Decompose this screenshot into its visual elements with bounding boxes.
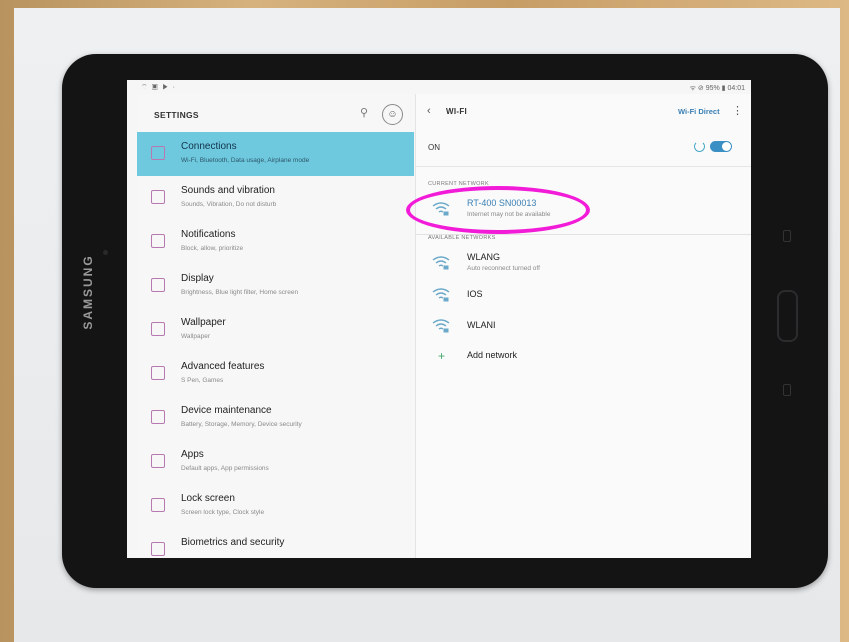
wifi-direct-button[interactable]: Wi-Fi Direct <box>678 107 720 116</box>
wifi-locked-icon <box>432 319 450 333</box>
wifi-toggle[interactable] <box>710 141 732 152</box>
sidebar-item-advanced-features[interactable]: Advanced features S Pen, Games <box>137 352 414 396</box>
settings-menu: Connections Wi-Fi, Bluetooth, Data usage,… <box>137 132 414 558</box>
home-button[interactable] <box>777 290 798 342</box>
advanced-features-icon <box>151 366 165 380</box>
sidebar-item-label: Advanced features <box>181 361 265 372</box>
network-name: WLANG <box>467 252 501 262</box>
back-arrow-icon[interactable]: ‹ <box>427 105 431 117</box>
network-row-wlang[interactable]: WLANG Auto reconnect turned off <box>416 247 751 277</box>
sidebar-item-subtitle: Sounds, Vibration, Do not disturb <box>181 201 277 208</box>
wifi-title: WI-FI <box>446 107 468 116</box>
sidebar-item-label: Device maintenance <box>181 405 272 416</box>
sidebar-item-lock-screen[interactable]: Lock screen Screen lock type, Clock style <box>137 484 414 528</box>
front-camera <box>103 250 108 255</box>
wifi-locked-icon <box>432 288 450 302</box>
available-networks-label: AVAILABLE NETWORKS <box>428 235 496 241</box>
sound-icon <box>151 190 165 204</box>
sidebar-item-connections[interactable]: Connections Wi-Fi, Bluetooth, Data usage,… <box>137 132 414 176</box>
status-icons-right: ᯤ ⊘ 95% ▮ 04:01 <box>689 85 745 92</box>
network-row-wlani[interactable]: WLANI <box>416 310 751 340</box>
sidebar-item-display[interactable]: Display Brightness, Blue light filter, Ho… <box>137 264 414 308</box>
sidebar-item-label: Display <box>181 273 214 284</box>
wallpaper-icon <box>151 322 165 336</box>
search-icon[interactable]: ⚲ <box>360 106 374 120</box>
wifi-locked-icon <box>432 256 450 270</box>
status-icons-left: ⌔ ▣ ▶ · <box>141 84 176 91</box>
network-name: IOS <box>467 289 483 299</box>
wifi-toggle-row[interactable]: ON <box>416 130 751 167</box>
sidebar-item-sounds-and-vibration[interactable]: Sounds and vibration Sounds, Vibration, D… <box>137 176 414 220</box>
tablet-screen: ⌔ ▣ ▶ · ᯤ ⊘ 95% ▮ 04:01 SETTINGS ⚲ ☺ Con… <box>127 80 751 558</box>
wifi-header: ‹ WI-FI Wi-Fi Direct ⋮ <box>416 94 751 130</box>
display-icon <box>151 278 165 292</box>
wifi-pane: ‹ WI-FI Wi-Fi Direct ⋮ ON CURRENT NETWOR… <box>415 94 751 558</box>
sidebar-item-label: Notifications <box>181 229 236 240</box>
network-status: Auto reconnect turned off <box>467 265 540 272</box>
sidebar-item-label: Sounds and vibration <box>181 185 275 196</box>
sidebar-item-wallpaper[interactable]: Wallpaper Wallpaper <box>137 308 414 352</box>
sidebar-item-subtitle: Wi-Fi, Bluetooth, Data usage, Airplane m… <box>181 157 310 164</box>
page-title: SETTINGS <box>154 110 199 120</box>
sidebar-item-notifications[interactable]: Notifications Block, allow, prioritize <box>137 220 414 264</box>
sidebar-item-device-maintenance[interactable]: Device maintenance Battery, Storage, Memo… <box>137 396 414 440</box>
sidebar-item-label: Biometrics and security <box>181 537 285 548</box>
plus-icon: + <box>438 349 446 363</box>
add-network-label: Add network <box>467 350 518 360</box>
biometrics-icon <box>151 542 165 556</box>
connections-icon <box>151 146 165 160</box>
settings-header: SETTINGS ⚲ ☺ <box>137 94 414 132</box>
lock-screen-icon <box>151 498 165 512</box>
more-options-icon[interactable]: ⋮ <box>732 104 743 117</box>
network-name: WLANI <box>467 320 496 330</box>
notifications-icon <box>151 234 165 248</box>
network-row-ios[interactable]: IOS <box>416 279 751 309</box>
sidebar-item-biometrics-and-security[interactable]: Biometrics and security <box>137 528 414 558</box>
toggle-knob <box>722 142 731 151</box>
sidebar-item-label: Wallpaper <box>181 317 226 328</box>
settings-pane: SETTINGS ⚲ ☺ Connections Wi-Fi, Bluetooth… <box>137 94 414 558</box>
sidebar-item-subtitle: Screen lock type, Clock style <box>181 509 265 516</box>
sidebar-item-subtitle: Block, allow, prioritize <box>181 245 244 252</box>
wifi-on-label: ON <box>428 143 440 152</box>
sidebar-item-subtitle: Battery, Storage, Memory, Device securit… <box>181 421 302 428</box>
sidebar-item-subtitle: S Pen, Games <box>181 377 224 384</box>
apps-icon <box>151 454 165 468</box>
device-maintenance-icon <box>151 410 165 424</box>
account-icon[interactable]: ☺ <box>382 104 403 125</box>
sidebar-item-label: Apps <box>181 449 204 460</box>
sidebar-item-subtitle: Default apps, App permissions <box>181 465 269 472</box>
sidebar-item-apps[interactable]: Apps Default apps, App permissions <box>137 440 414 484</box>
sidebar-item-label: Connections <box>181 141 237 152</box>
highlight-ring <box>406 186 590 234</box>
scanning-spinner-icon <box>694 141 705 152</box>
sidebar-item-subtitle: Wallpaper <box>181 333 211 340</box>
back-key[interactable] <box>783 384 791 396</box>
recent-apps-key[interactable] <box>783 230 791 242</box>
brand-logo: SAMSUNG <box>81 254 95 330</box>
add-network-row[interactable]: + Add network <box>416 345 751 375</box>
sidebar-item-label: Lock screen <box>181 493 235 504</box>
status-bar: ⌔ ▣ ▶ · ᯤ ⊘ 95% ▮ 04:01 <box>127 80 751 94</box>
sidebar-item-subtitle: Brightness, Blue light filter, Home scre… <box>181 289 299 296</box>
